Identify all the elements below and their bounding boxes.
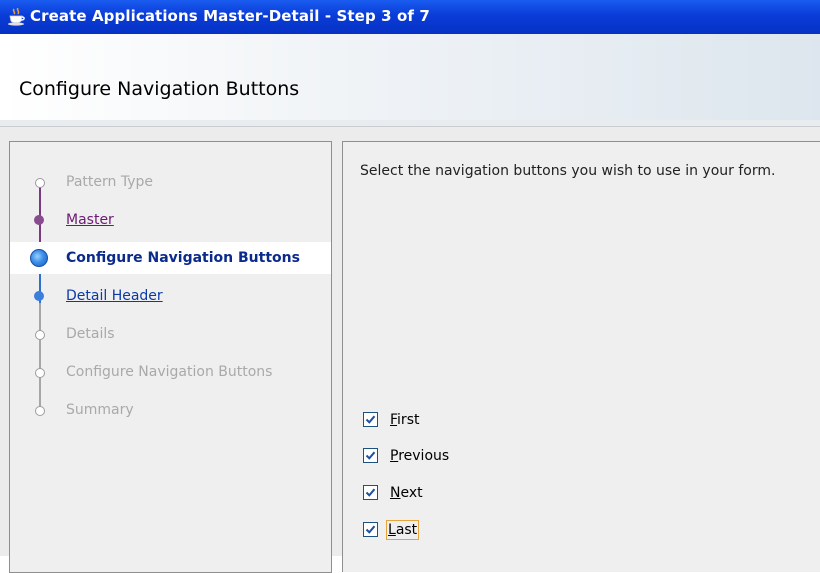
train-stop-icon xyxy=(34,291,44,301)
train-stop-icon xyxy=(35,406,45,416)
previous-checkbox-label[interactable]: Previous xyxy=(388,447,451,465)
header-divider xyxy=(0,120,820,126)
window-title: Create Applications Master-Detail - Step… xyxy=(30,7,430,25)
train-step-configure-navigation-buttons: Configure Navigation Buttons xyxy=(10,242,331,274)
mnemonic-char: F xyxy=(390,412,398,428)
train-step-label: Configure Navigation Buttons xyxy=(66,364,273,380)
train-step-label[interactable]: Detail Header xyxy=(66,287,163,305)
page-title: Configure Navigation Buttons xyxy=(19,78,300,100)
train-step-details: Details xyxy=(10,318,331,350)
wizard-main-panel xyxy=(342,141,820,572)
train-stop-icon xyxy=(35,178,45,188)
train-step-detail-navigation-buttons: Configure Navigation Buttons xyxy=(10,356,331,388)
last-checkbox[interactable] xyxy=(363,522,378,537)
label-rest: irst xyxy=(397,412,420,428)
previous-checkbox[interactable] xyxy=(363,448,378,463)
first-checkbox-label[interactable]: First xyxy=(388,411,421,429)
wizard-train-panel: Pattern Type Master Configure Navigation… xyxy=(9,141,332,573)
instructions-text: Select the navigation buttons you wish t… xyxy=(360,163,776,179)
train-current-stop-icon xyxy=(30,249,48,267)
train-step-detail-header[interactable]: Detail Header xyxy=(10,280,331,312)
label-rest: ast xyxy=(395,522,418,538)
mnemonic-char: P xyxy=(390,448,399,464)
last-checkbox-label[interactable]: Last xyxy=(386,520,420,540)
train-stop-icon xyxy=(35,368,45,378)
next-checkbox-label[interactable]: Next xyxy=(388,484,425,502)
next-checkbox[interactable] xyxy=(363,485,378,500)
train-step-summary: Summary xyxy=(10,394,331,426)
label-rest: revious xyxy=(398,448,450,464)
wizard-header: Configure Navigation Buttons xyxy=(0,34,820,127)
mnemonic-char: N xyxy=(390,485,401,501)
train-step-label: Configure Navigation Buttons xyxy=(66,250,300,266)
train-step-label: Details xyxy=(66,326,115,342)
train-stop-icon xyxy=(34,215,44,225)
window-titlebar[interactable]: Create Applications Master-Detail - Step… xyxy=(0,0,820,34)
train-step-master[interactable]: Master xyxy=(10,204,331,236)
first-checkbox[interactable] xyxy=(363,412,378,427)
train-step-label: Pattern Type xyxy=(66,174,153,190)
train-step-label[interactable]: Master xyxy=(66,211,114,229)
train-stop-icon xyxy=(35,330,45,340)
train-step-label: Summary xyxy=(66,402,134,418)
mnemonic-char: L xyxy=(388,522,396,538)
label-rest: ext xyxy=(400,485,423,501)
java-cup-icon xyxy=(7,7,27,26)
train-step-pattern-type: Pattern Type xyxy=(10,166,331,198)
